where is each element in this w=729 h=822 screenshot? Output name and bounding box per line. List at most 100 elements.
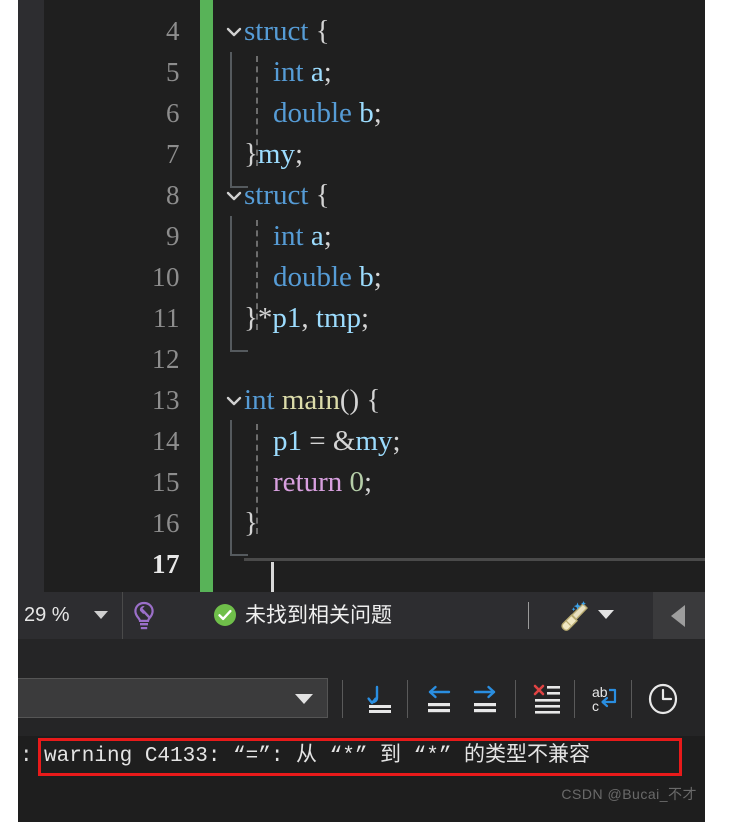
line-number: 14 bbox=[152, 426, 180, 456]
code-line[interactable]: 17 bbox=[44, 544, 705, 585]
code-token: int bbox=[244, 384, 275, 416]
chevron-down-icon[interactable] bbox=[94, 611, 108, 619]
code-token: struct bbox=[244, 15, 309, 47]
code-token: p1 bbox=[273, 425, 302, 457]
code-token: ; bbox=[392, 425, 401, 457]
code-line[interactable]: 6 double b; bbox=[44, 93, 705, 134]
watermark-label: CSDN @Bucai_不才 bbox=[561, 786, 697, 802]
code-token: { bbox=[308, 179, 330, 211]
editor-status-bar[interactable]: 29 % 未找到相关问题 bbox=[0, 592, 729, 639]
code-token: ; bbox=[361, 302, 370, 334]
word-wrap-icon[interactable]: ab c bbox=[584, 678, 626, 720]
code-token: b bbox=[359, 261, 374, 293]
chevron-down-icon[interactable] bbox=[295, 694, 313, 704]
code-line-text: int a; bbox=[244, 52, 332, 93]
code-token: ; bbox=[294, 138, 304, 170]
chevron-down-icon[interactable] bbox=[224, 186, 244, 206]
code-line[interactable]: 4 struct { bbox=[44, 11, 705, 52]
code-editor[interactable]: 3 4struct {5 int a;6 double b;7}my;8stru… bbox=[18, 0, 705, 592]
text-caret bbox=[271, 562, 274, 592]
triangle-left-icon bbox=[671, 605, 685, 627]
code-token: struct bbox=[244, 179, 309, 211]
output-message-prefix: : bbox=[20, 745, 33, 768]
code-token: , bbox=[301, 302, 316, 334]
toolbar-divider bbox=[407, 680, 408, 718]
next-message-icon[interactable] bbox=[464, 678, 506, 720]
status-bar-left-margin bbox=[0, 592, 18, 639]
code-surface[interactable]: 3 4struct {5 int a;6 double b;7}my;8stru… bbox=[44, 0, 705, 592]
code-token: () { bbox=[339, 384, 381, 416]
lightbulb-wrench-icon[interactable] bbox=[128, 600, 160, 632]
code-token: my bbox=[355, 425, 393, 457]
line-number: 6 bbox=[166, 98, 180, 128]
code-line[interactable]: 11}*p1, tmp; bbox=[44, 298, 705, 339]
code-line[interactable]: 3 bbox=[44, 0, 705, 11]
code-line[interactable]: 13 int main() { bbox=[44, 380, 705, 421]
line-number: 5 bbox=[166, 57, 180, 87]
code-line-text: int main() { bbox=[244, 380, 380, 421]
status-bar-right-margin bbox=[705, 592, 729, 639]
code-line[interactable]: 15 return 0; bbox=[44, 462, 705, 503]
chevron-down-icon[interactable] bbox=[598, 610, 614, 619]
code-line[interactable]: 12 bbox=[44, 339, 705, 380]
svg-text:c: c bbox=[592, 698, 599, 714]
go-to-message-icon[interactable] bbox=[360, 678, 402, 720]
output-window[interactable]: ab c : warning C4133: “=”: 从 “*” 到 “*” 的… bbox=[18, 639, 705, 822]
code-token: main bbox=[281, 384, 340, 416]
code-line-text: }*p1, tmp; bbox=[244, 298, 369, 339]
issues-status-label: 未找到相关问题 bbox=[245, 604, 392, 627]
line-number: 10 bbox=[152, 262, 180, 292]
code-token: int bbox=[273, 220, 304, 252]
code-line[interactable]: 9 int a; bbox=[44, 216, 705, 257]
chevron-down-icon[interactable] bbox=[224, 22, 244, 42]
code-line[interactable]: 10 double b; bbox=[44, 257, 705, 298]
status-bar-divider bbox=[528, 602, 529, 629]
clear-all-icon[interactable] bbox=[526, 678, 568, 720]
code-token: { bbox=[308, 15, 330, 47]
code-line[interactable]: 5 int a; bbox=[44, 52, 705, 93]
output-source-select[interactable] bbox=[18, 678, 328, 718]
check-circle-icon bbox=[213, 603, 237, 627]
line-number: 9 bbox=[166, 221, 180, 251]
code-line-text: } bbox=[244, 503, 258, 544]
toolbar-divider bbox=[574, 680, 575, 718]
code-line-text: p1 = &my; bbox=[244, 421, 401, 462]
code-line[interactable]: 8 struct { bbox=[44, 175, 705, 216]
code-token: ; bbox=[364, 466, 373, 498]
zoom-level-label: 29 % bbox=[24, 604, 70, 626]
code-token: my bbox=[257, 138, 295, 170]
code-token: = & bbox=[302, 425, 356, 457]
previous-message-icon[interactable] bbox=[418, 678, 460, 720]
code-token: a bbox=[310, 220, 324, 252]
line-number: 12 bbox=[152, 344, 180, 374]
code-line-text: }my; bbox=[244, 134, 303, 175]
code-line-text: return 0; bbox=[244, 462, 372, 503]
chevron-down-icon[interactable] bbox=[224, 391, 244, 411]
code-token: }* bbox=[244, 302, 273, 334]
line-number: 15 bbox=[152, 467, 180, 497]
code-line[interactable]: 16} bbox=[44, 503, 705, 544]
code-line[interactable]: 14 p1 = &my; bbox=[44, 421, 705, 462]
broom-icon[interactable] bbox=[557, 600, 591, 632]
code-token: p1 bbox=[272, 302, 302, 334]
code-token: tmp bbox=[315, 302, 362, 334]
output-text-area[interactable]: : warning C4133: “=”: 从 “*” 到 “*” 的类型不兼容… bbox=[18, 736, 705, 822]
output-toolbar[interactable]: ab c bbox=[18, 666, 705, 736]
zoom-level-control[interactable]: 29 % bbox=[18, 592, 123, 639]
toggle-timestamps-icon[interactable] bbox=[642, 678, 684, 720]
warning-message-text: warning C4133: “=”: 从 “*” 到 “*” 的类型不兼容 bbox=[44, 745, 591, 768]
code-line[interactable]: 7}my; bbox=[44, 134, 705, 175]
code-token: int bbox=[273, 56, 304, 88]
toolbar-divider bbox=[631, 680, 632, 718]
code-token: ; bbox=[373, 261, 382, 293]
code-token: ; bbox=[373, 97, 382, 129]
code-token: double bbox=[273, 261, 352, 293]
scroll-left-button[interactable] bbox=[653, 592, 705, 639]
application-window: 3 4struct {5 int a;6 double b;7}my;8stru… bbox=[0, 0, 729, 822]
